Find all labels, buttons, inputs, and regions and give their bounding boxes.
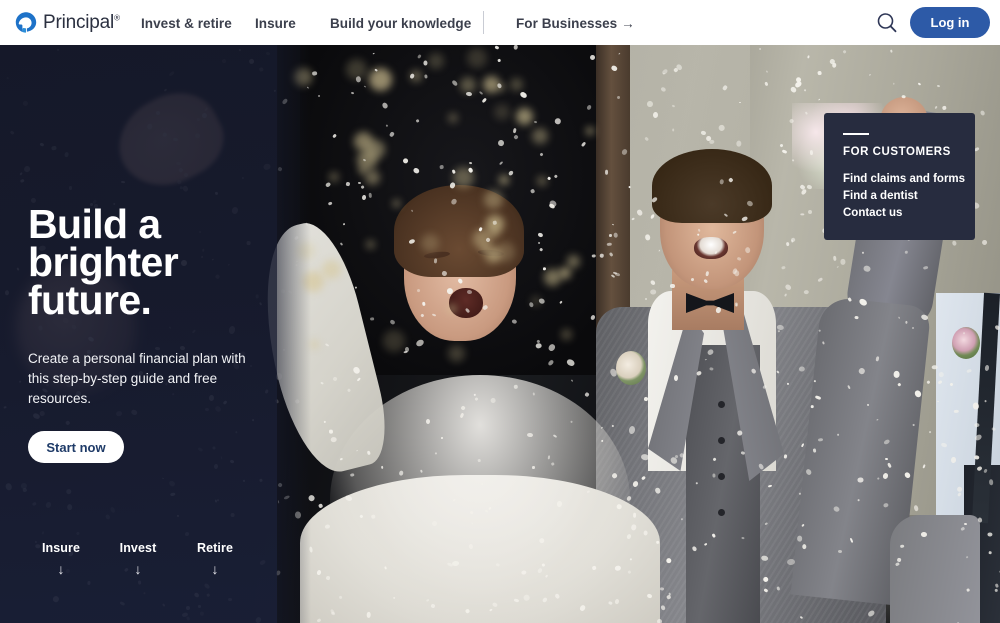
nav-item-for-businesses[interactable]: For Businesses →: [516, 16, 635, 31]
nav-item-insure[interactable]: Insure: [255, 16, 296, 31]
hero-quick-links: Insure ↓ Invest ↓ Retire ↓: [0, 541, 277, 593]
search-button[interactable]: [874, 10, 900, 36]
principal-logo-icon: [15, 11, 37, 33]
nav-item-build-your-knowledge[interactable]: Build your knowledge: [330, 16, 471, 31]
start-now-button[interactable]: Start now: [28, 431, 124, 463]
site-header: Principal® Invest & retire Insure Build …: [0, 0, 1000, 45]
panel-rule: [843, 133, 869, 135]
principal-logo-text: Principal®: [43, 12, 120, 34]
quick-link-label: Insure: [41, 541, 81, 555]
nav-item-invest-retire[interactable]: Invest & retire: [141, 16, 232, 31]
hero-section: Build a brighter future. Create a person…: [0, 45, 1000, 623]
logo-trademark: ®: [114, 13, 120, 23]
search-icon: [877, 13, 897, 33]
quick-link-insure[interactable]: Insure ↓: [23, 541, 99, 577]
link-find-claims-and-forms[interactable]: Find claims and forms: [843, 171, 975, 188]
logo-wordmark: Principal: [43, 11, 115, 33]
link-find-a-dentist[interactable]: Find a dentist: [843, 188, 975, 205]
hero-title-line-3: future.: [28, 277, 152, 323]
quick-link-label: Retire: [196, 541, 234, 555]
hero-title: Build a brighter future.: [28, 204, 290, 321]
arrow-down-icon: ↓: [57, 561, 65, 577]
page-root: Principal® Invest & retire Insure Build …: [0, 0, 1000, 623]
hero-content: Build a brighter future. Create a person…: [28, 204, 290, 463]
for-businesses-label: For Businesses: [516, 16, 618, 31]
hero-subtitle: Create a personal financial plan with th…: [28, 351, 246, 406]
quick-link-label: Invest: [119, 541, 157, 555]
for-customers-panel: FOR CUSTOMERS Find claims and forms Find…: [824, 113, 975, 240]
arrow-right-icon: →: [621, 16, 635, 31]
arrow-down-icon: ↓: [134, 561, 142, 577]
login-button[interactable]: Log in: [910, 7, 990, 38]
header-divider: [483, 11, 484, 34]
quick-link-invest[interactable]: Invest ↓: [100, 541, 176, 577]
arrow-down-icon: ↓: [211, 561, 219, 577]
principal-logo[interactable]: Principal®: [14, 11, 124, 35]
quick-link-retire[interactable]: Retire ↓: [177, 541, 253, 577]
link-contact-us[interactable]: Contact us: [843, 205, 975, 222]
for-customers-heading: FOR CUSTOMERS: [843, 146, 951, 158]
